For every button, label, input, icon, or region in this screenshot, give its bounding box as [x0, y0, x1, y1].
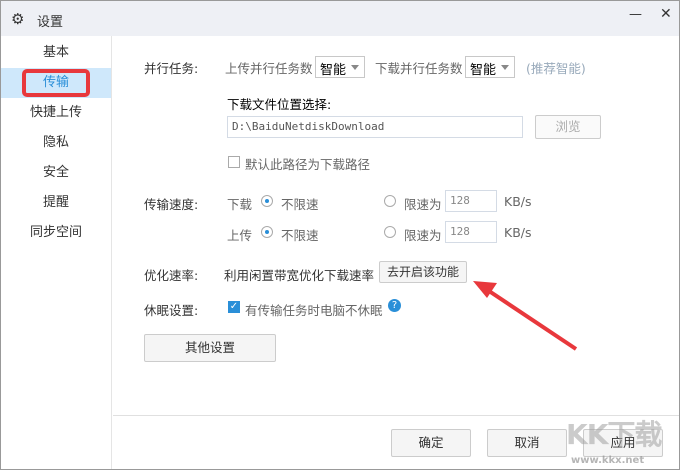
minimize-button[interactable]: — [629, 7, 642, 22]
browse-button[interactable]: 浏览 [535, 115, 601, 139]
upload-unlimited-label: 不限速 [281, 228, 319, 243]
upload-parallel-value: 智能 [320, 63, 347, 78]
sidebar-item-quick-upload[interactable]: 快捷上传 [1, 98, 111, 128]
sidebar-item-security[interactable]: 安全 [1, 158, 111, 188]
enable-optimize-button[interactable]: 去开启该功能 [379, 261, 467, 283]
default-path-checkbox[interactable] [228, 156, 240, 168]
optimize-text: 利用闲置带宽优化下载速率 [224, 268, 375, 283]
upload-limit-label: 限速为 [404, 228, 442, 243]
cancel-button[interactable]: 取消 [487, 429, 567, 457]
watermark-logo: KK下载 [566, 418, 662, 451]
upload-parallel-label: 上传并行任务数 [225, 61, 313, 76]
parallel-label: 并行任务: [144, 61, 199, 76]
download-unlimited-label: 不限速 [281, 197, 319, 212]
no-sleep-label: 有传输任务时电脑不休眠 [245, 303, 383, 318]
download-parallel-select[interactable]: 智能 [465, 56, 515, 78]
download-limit-label: 限速为 [404, 197, 442, 212]
chevron-down-icon [351, 65, 359, 74]
upload-parallel-select[interactable]: 智能 [315, 56, 365, 78]
sidebar-item-basic[interactable]: 基本 [1, 38, 111, 68]
download-unit: KB/s [504, 194, 532, 209]
other-settings-button[interactable]: 其他设置 [144, 334, 276, 362]
sidebar-item-privacy[interactable]: 隐私 [1, 128, 111, 158]
speed-label: 传输速度: [144, 197, 199, 212]
chevron-down-icon [501, 65, 509, 74]
help-icon[interactable]: ? [388, 299, 401, 312]
parallel-hint: (推荐智能) [526, 61, 586, 76]
download-parallel-label: 下载并行任务数 [375, 61, 463, 76]
download-unlimited-radio[interactable] [261, 195, 273, 207]
upload-limit-radio[interactable] [384, 226, 396, 238]
upload-unit: KB/s [504, 225, 532, 240]
red-arrow-annotation [473, 281, 578, 351]
upload-speed-label: 上传 [227, 228, 253, 243]
highlight-box [22, 69, 90, 97]
ok-button[interactable]: 确定 [391, 429, 471, 457]
no-sleep-checkbox[interactable]: ✓ [228, 301, 240, 313]
download-speed-label: 下载 [227, 197, 253, 212]
title-bar: ⚙ 设置 — ✕ [1, 1, 679, 36]
close-button[interactable]: ✕ [660, 6, 672, 22]
sidebar-item-reminder[interactable]: 提醒 [1, 188, 111, 218]
upload-unlimited-radio[interactable] [261, 226, 273, 238]
default-path-label: 默认此路径为下载路径 [245, 157, 371, 172]
optimize-label: 优化速率: [144, 268, 199, 283]
download-path-input[interactable]: D:\BaiduNetdiskDownload [227, 116, 523, 138]
sidebar: 基本 传输 快捷上传 隐私 安全 提醒 同步空间 [1, 36, 112, 469]
location-label: 下载文件位置选择: [227, 97, 332, 112]
sleep-label: 休眠设置: [144, 303, 199, 318]
download-limit-input[interactable]: 128 [445, 190, 497, 212]
download-limit-radio[interactable] [384, 195, 396, 207]
upload-limit-input[interactable]: 128 [445, 221, 497, 243]
window-title: 设置 [37, 15, 64, 30]
download-parallel-value: 智能 [470, 63, 497, 78]
gear-icon: ⚙ [11, 10, 25, 28]
watermark-url: www.kkx.net [571, 455, 645, 466]
sidebar-item-sync-space[interactable]: 同步空间 [1, 218, 111, 248]
